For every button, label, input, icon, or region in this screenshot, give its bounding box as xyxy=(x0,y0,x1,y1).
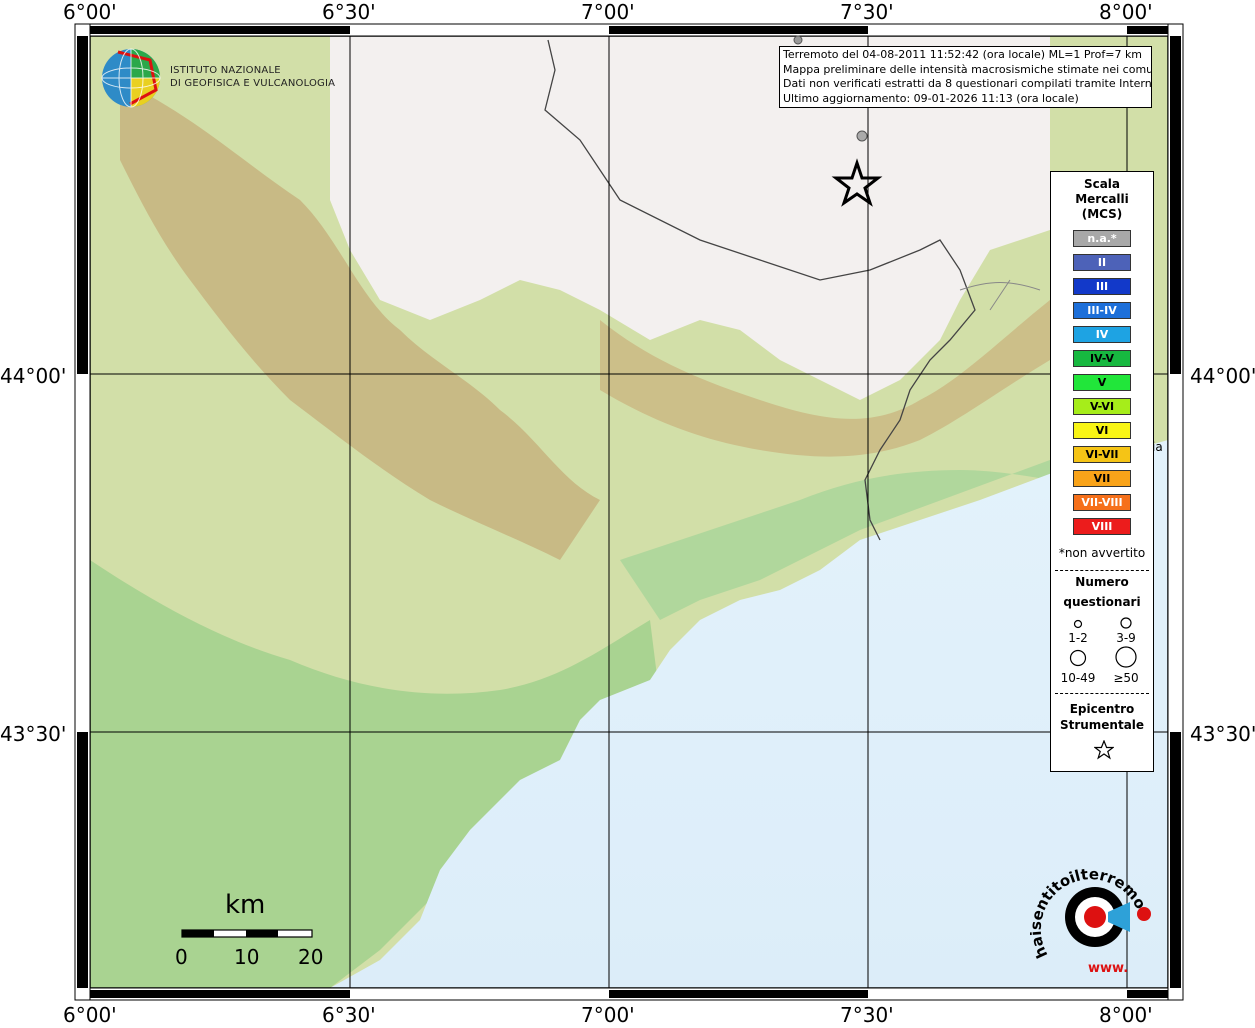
mcs-swatch: VI-VII xyxy=(1073,446,1131,463)
bottom-axis-label: 6°30' xyxy=(322,1003,376,1027)
scale-label-10: 10 xyxy=(234,945,260,969)
top-axis-label: 8°00' xyxy=(1099,0,1153,24)
left-axis-label: 44°00' xyxy=(0,364,67,388)
event-info-line: Ultimo aggiornamento: 09-01-2026 11:13 (… xyxy=(783,91,1079,105)
q-label-3-9: 3-9 xyxy=(1116,631,1136,645)
bottom-axis-label: 7°30' xyxy=(840,1003,894,1027)
legend-title-2: Mercalli xyxy=(1075,192,1129,206)
q-label-10-49: 10-49 xyxy=(1060,671,1096,685)
scale-bar xyxy=(181,929,313,938)
q-label-50: ≥50 xyxy=(1113,671,1139,685)
locality-marker xyxy=(856,130,868,142)
haisentito-logo: haisentitoilterremoto.it www. xyxy=(1025,846,1160,980)
bottom-axis-label: 8°00' xyxy=(1099,1003,1153,1027)
non-avvertito-note: *non avvertito xyxy=(1058,546,1146,560)
legend-panel: Scala Mercalli (MCS) n.a.* II III III-IV IV I… xyxy=(1050,171,1154,772)
right-axis-label: 43°30' xyxy=(1190,722,1255,746)
mcs-swatch: VIII xyxy=(1073,518,1131,535)
strumentale-title: Strumentale xyxy=(1059,718,1145,732)
ingv-line1: ISTITUTO NAZIONALE xyxy=(170,65,281,76)
mcs-swatch: V-VI xyxy=(1073,398,1131,415)
top-axis-label: 7°00' xyxy=(581,0,635,24)
legend-divider xyxy=(1055,570,1149,571)
ingv-logo-text: ISTITUTO NAZIONALE DI GEOFISICA E VULCAN… xyxy=(170,64,335,90)
event-info-line: Terremoto del 04-08-2011 11:52:42 (ora l… xyxy=(783,48,1143,61)
mcs-swatch: IV xyxy=(1073,326,1131,343)
mcs-swatch: III xyxy=(1073,278,1131,295)
event-info-line: Dati non verificati estratti da 8 questi… xyxy=(783,77,1152,90)
mcs-swatch: IV-V xyxy=(1073,350,1131,367)
event-info-line: Mappa preliminare delle intensità macros… xyxy=(783,62,1152,76)
scale-label-0: 0 xyxy=(175,945,188,969)
mcs-swatch: VII xyxy=(1073,470,1131,487)
bottom-axis-label: 6°00' xyxy=(63,1003,117,1027)
mcs-swatch: n.a.* xyxy=(1073,230,1131,247)
scale-label-20: 20 xyxy=(298,945,324,969)
locality-marker xyxy=(793,35,803,45)
left-axis-label: 43°30' xyxy=(0,722,67,746)
q-label-1-2: 1-2 xyxy=(1068,631,1088,645)
epicenter-legend-icon xyxy=(1094,740,1114,760)
right-axis-label: 44°00' xyxy=(1190,364,1255,388)
mcs-swatch: II xyxy=(1073,254,1131,271)
map-figure: 6°00' 6°30' 7°00' 7°30' 8°00' 6°00' 6°30… xyxy=(0,0,1255,1027)
legend-divider xyxy=(1055,693,1149,694)
top-axis-label: 7°30' xyxy=(840,0,894,24)
top-axis-label: 6°00' xyxy=(63,0,117,24)
mcs-swatch: III-IV xyxy=(1073,302,1131,319)
mcs-swatch: VI xyxy=(1073,422,1131,439)
legend-title-1: Scala xyxy=(1083,177,1121,191)
haisentito-logo-icon: haisentitoilterremoto.it www. xyxy=(1025,846,1153,976)
questionari-title: questionari xyxy=(1063,595,1141,609)
event-info-box: Terremoto del 04-08-2011 11:52:42 (ora l… xyxy=(779,46,1152,108)
top-axis-label: 6°30' xyxy=(322,0,376,24)
epicentro-title: Epicentro xyxy=(1069,702,1135,716)
numero-title: Numero xyxy=(1075,575,1129,589)
mcs-swatch: V xyxy=(1073,374,1131,391)
scale-unit: km xyxy=(225,890,266,920)
legend-title-3: (MCS) xyxy=(1081,207,1123,221)
mcs-swatch: VII-VIII xyxy=(1073,494,1131,511)
ingv-line2: DI GEOFISICA E VULCANOLOGIA xyxy=(170,78,336,89)
ingv-logo-icon xyxy=(101,48,161,108)
haisentito-www: www. xyxy=(1088,961,1128,976)
bottom-axis-label: 7°00' xyxy=(581,1003,635,1027)
